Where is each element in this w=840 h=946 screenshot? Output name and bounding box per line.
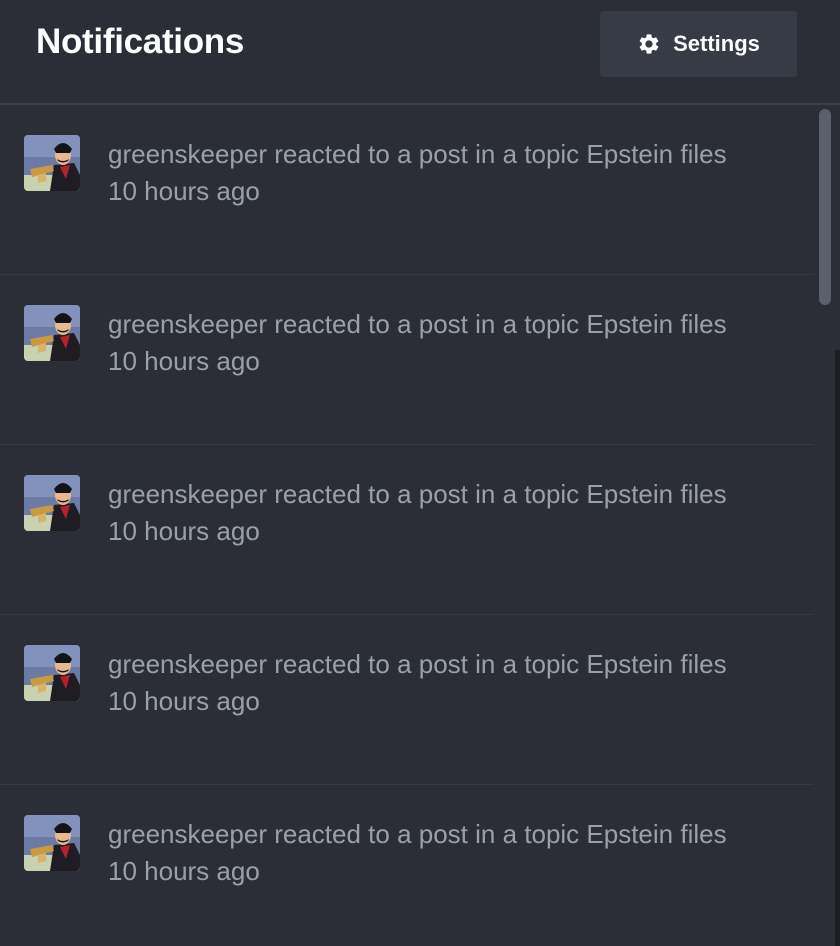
notification-item[interactable]: greenskeeper reacted to a post in a topi…: [0, 615, 814, 785]
avatar[interactable]: [24, 305, 80, 361]
notification-time: 10 hours ago: [108, 346, 260, 376]
notification-time: 10 hours ago: [108, 516, 260, 546]
notification-time: 10 hours ago: [108, 176, 260, 206]
notification-message[interactable]: greenskeeper reacted to a post in a topi…: [108, 819, 727, 849]
notification-message[interactable]: greenskeeper reacted to a post in a topi…: [108, 309, 727, 339]
notifications-header: Notifications Settings: [0, 0, 840, 105]
scrollbar-thumb[interactable]: [819, 109, 831, 305]
notification-text[interactable]: greenskeeper reacted to a post in a topi…: [108, 306, 768, 379]
page-title: Notifications: [36, 22, 245, 61]
settings-button[interactable]: Settings: [600, 11, 797, 77]
notification-message[interactable]: greenskeeper reacted to a post in a topi…: [108, 139, 727, 169]
notification-text[interactable]: greenskeeper reacted to a post in a topi…: [108, 476, 768, 549]
notifications-list: greenskeeper reacted to a post in a topi…: [0, 105, 814, 946]
notification-item[interactable]: greenskeeper reacted to a post in a topi…: [0, 275, 814, 445]
notification-message[interactable]: greenskeeper reacted to a post in a topi…: [108, 479, 727, 509]
notification-time: 10 hours ago: [108, 686, 260, 716]
notification-item[interactable]: greenskeeper reacted to a post in a topi…: [0, 445, 814, 615]
avatar[interactable]: [24, 815, 80, 871]
panel-edge: [835, 350, 840, 946]
notification-text[interactable]: greenskeeper reacted to a post in a topi…: [108, 136, 768, 209]
notification-item[interactable]: greenskeeper reacted to a post in a topi…: [0, 105, 814, 275]
avatar[interactable]: [24, 475, 80, 531]
notification-time: 10 hours ago: [108, 856, 260, 886]
notification-item[interactable]: greenskeeper reacted to a post in a topi…: [0, 785, 814, 946]
gear-icon: [639, 34, 659, 54]
notifications-panel: Notifications Settings greenskeeper reac…: [0, 0, 840, 946]
avatar[interactable]: [24, 135, 80, 191]
notification-message[interactable]: greenskeeper reacted to a post in a topi…: [108, 649, 727, 679]
avatar[interactable]: [24, 645, 80, 701]
settings-button-label: Settings: [673, 31, 760, 56]
notification-text[interactable]: greenskeeper reacted to a post in a topi…: [108, 816, 768, 889]
notification-text[interactable]: greenskeeper reacted to a post in a topi…: [108, 646, 768, 719]
